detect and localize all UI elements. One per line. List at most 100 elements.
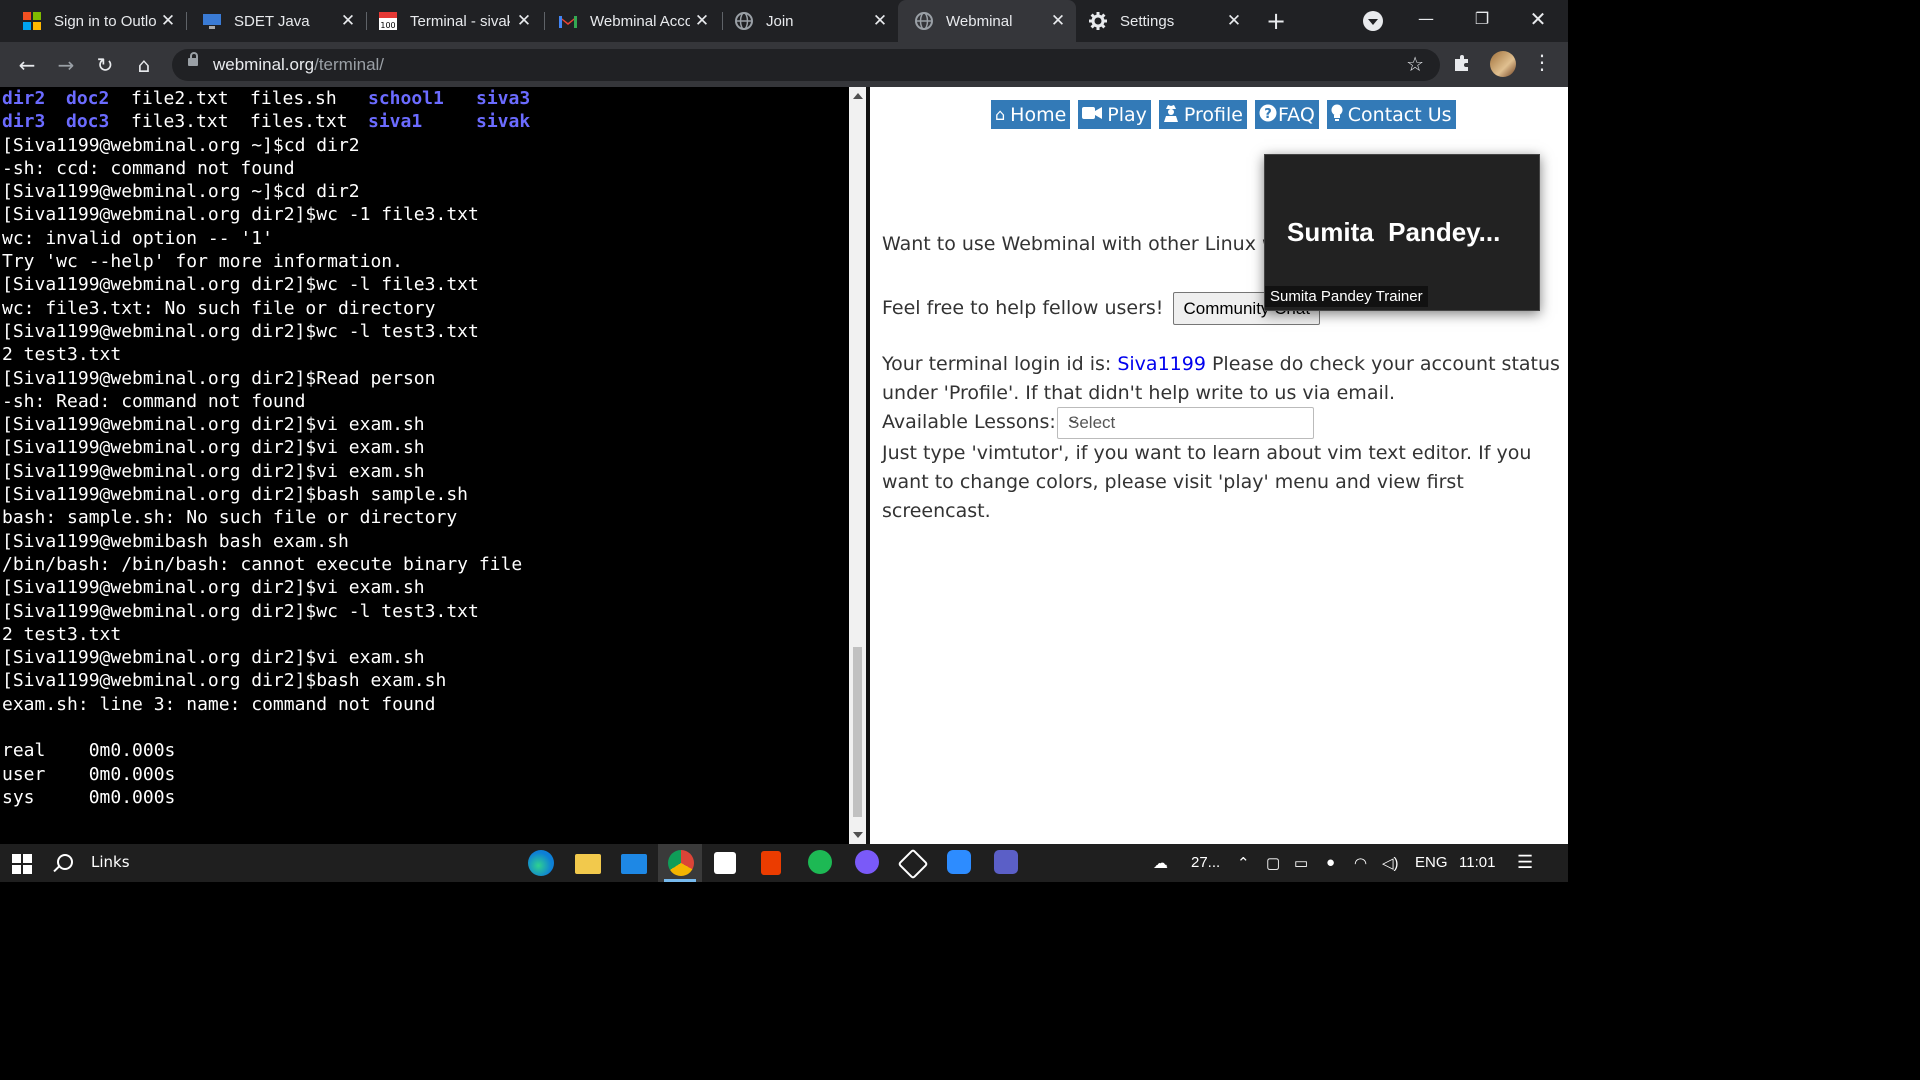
zoom-icon[interactable] <box>947 850 971 874</box>
chrome-icon[interactable] <box>668 850 694 876</box>
close-icon[interactable]: ✕ <box>1224 11 1244 31</box>
close-icon[interactable]: ✕ <box>870 11 890 31</box>
lessons-label: Available Lessons: <box>882 411 1056 433</box>
login-suffix: Please do check your account status <box>1205 353 1560 375</box>
language-indicator[interactable]: ENG <box>1415 854 1448 871</box>
tab-webminal-account[interactable]: Webminal Acco ✕ <box>536 0 720 42</box>
video-call-popup[interactable]: Sumita Pandey... Sumita Pandey Trainer <box>1264 154 1540 311</box>
terminal-line: wc: invalid option -- '1' <box>2 227 273 249</box>
terminal-scrollbar[interactable] <box>849 87 866 844</box>
tab-outlook[interactable]: Sign in to Outlo ✕ <box>0 0 186 42</box>
vimtutor-line-2: want to change colors, please visit 'pla… <box>882 471 1464 493</box>
url-host: webminal.org <box>213 55 315 74</box>
spotify-icon[interactable] <box>808 850 832 874</box>
desktop-icon <box>202 11 222 31</box>
gmail-icon <box>558 11 578 31</box>
bookmark-star-icon[interactable]: ☆ <box>1406 52 1424 76</box>
reload-icon[interactable]: ↻ <box>90 50 120 80</box>
terminal-line: [Siva1199@webmibash bash exam.sh <box>2 530 349 552</box>
microsoft-logo-icon <box>22 11 42 31</box>
lightbulb-icon <box>1331 104 1343 126</box>
terminal-line: user 0m0.000s <box>2 763 176 785</box>
svg-text:?: ? <box>1264 107 1272 122</box>
tab-settings[interactable]: Settings ✕ <box>1076 0 1252 42</box>
globe-icon <box>914 11 934 31</box>
minimize-button[interactable]: — <box>1406 6 1446 32</box>
microphone-icon[interactable]: ● <box>1326 854 1335 871</box>
tab-sdet-java[interactable]: SDET Java ✕ <box>180 0 366 42</box>
virtualbox-icon[interactable] <box>897 848 929 880</box>
nav-play[interactable]: Play <box>1078 100 1151 129</box>
tab-title: SDET Java <box>234 12 310 30</box>
scroll-up-arrow-icon[interactable] <box>853 93 863 99</box>
terminal-line: -sh: ccd: command not found <box>2 157 295 179</box>
clock[interactable]: 11:01 <box>1459 854 1495 871</box>
close-icon[interactable]: ✕ <box>338 11 358 31</box>
search-icon <box>57 854 73 870</box>
tab-webminal[interactable]: Webminal ✕ <box>898 0 1076 42</box>
address-bar[interactable]: webminal.org/terminal/ ☆ <box>172 49 1440 81</box>
site-nav: ⌂ Home Play Profile ? FAQ Contact Us <box>991 100 1456 129</box>
terminal-line: [Siva1199@webminal.org dir2]$vi exam.sh <box>2 460 425 482</box>
nav-label: Home <box>1010 103 1067 126</box>
office-icon[interactable] <box>761 851 781 875</box>
profile-avatar[interactable] <box>1490 51 1516 77</box>
weather-temp[interactable]: 27... <box>1191 854 1220 871</box>
nav-home[interactable]: ⌂ Home <box>991 100 1071 129</box>
svg-text:100: 100 <box>380 21 395 30</box>
close-icon[interactable]: ✕ <box>514 11 534 31</box>
question-circle-icon: ? <box>1259 104 1277 126</box>
ls-entry: dir2 <box>2 88 46 109</box>
ls-entry: sivak <box>476 111 531 133</box>
nav-profile[interactable]: Profile <box>1158 100 1247 129</box>
close-icon[interactable]: ✕ <box>1048 11 1068 31</box>
help-text-row: Feel free to help fellow users! Communit… <box>882 292 1321 325</box>
close-icon[interactable]: ✕ <box>158 11 178 31</box>
taskbar-search[interactable]: Links <box>57 853 130 871</box>
restore-button[interactable]: ❐ <box>1462 6 1502 32</box>
close-window-button[interactable]: ✕ <box>1518 6 1558 32</box>
volume-icon[interactable]: ◁) <box>1382 854 1399 872</box>
home-icon[interactable]: ⌂ <box>129 50 159 80</box>
edge-icon[interactable] <box>528 850 554 876</box>
login-id-link[interactable]: Siva1199 <box>1117 353 1206 375</box>
terminal-line: [Siva1199@webminal.org dir2]$wc -l file3… <box>2 274 479 296</box>
terminal-line: [Siva1199@webminal.org dir2]$wc -l test3… <box>2 320 479 342</box>
battery-icon[interactable]: ▭ <box>1294 854 1308 872</box>
scroll-down-arrow-icon[interactable] <box>853 832 863 838</box>
terminal-panel[interactable]: dir2 doc2 file2.txt files.sh school1 siv… <box>0 87 849 844</box>
teams-icon[interactable] <box>994 850 1018 874</box>
tab-search-icon[interactable] <box>1363 11 1383 31</box>
notification-icon[interactable]: ☰ <box>1517 852 1533 873</box>
scrollbar-thumb[interactable] <box>853 647 862 817</box>
extensions-puzzle-icon[interactable] <box>1452 53 1472 73</box>
meet-now-icon[interactable]: ▢ <box>1266 854 1280 872</box>
nav-contact[interactable]: Contact Us <box>1326 100 1456 129</box>
tab-terminal[interactable]: 100 Terminal - sivak ✕ <box>356 0 542 42</box>
lessons-select[interactable]: Select ⌄ <box>1057 407 1314 439</box>
tab-join[interactable]: Join ✕ <box>712 0 898 42</box>
weather-icon[interactable]: ☁ <box>1153 854 1168 872</box>
menu-kebab-icon[interactable]: ⋮ <box>1532 50 1552 74</box>
terminal-line: [Siva1199@webminal.org dir2]$vi exam.sh <box>2 437 425 459</box>
eclipse-icon[interactable] <box>855 850 879 874</box>
close-icon[interactable]: ✕ <box>692 11 712 31</box>
url-path: /terminal/ <box>314 55 385 74</box>
ls-entry: dir3 <box>2 111 46 133</box>
new-tab-button[interactable]: + <box>1262 8 1290 36</box>
url-text: webminal.org/terminal/ <box>213 55 384 75</box>
nav-faq[interactable]: ? FAQ <box>1254 100 1319 129</box>
windows-start-icon[interactable] <box>12 854 32 874</box>
forward-arrow-icon[interactable]: → <box>51 50 81 80</box>
mail-icon[interactable] <box>621 854 647 874</box>
browser-tab-strip: Sign in to Outlo ✕ SDET Java ✕ 100 Termi… <box>0 0 1568 42</box>
back-arrow-icon[interactable]: ← <box>12 50 42 80</box>
store-icon[interactable] <box>714 852 736 874</box>
chevron-up-icon[interactable]: ⌃ <box>1237 854 1250 872</box>
terminal-line: [Siva1199@webminal.org dir2]$vi exam.sh <box>2 414 425 436</box>
help-text: Feel free to help fellow users! <box>882 297 1164 319</box>
terminal-line: real 0m0.000s <box>2 740 176 762</box>
terminal-line: [Siva1199@webminal.org dir2]$bash exam.s… <box>2 670 447 692</box>
file-explorer-icon[interactable] <box>575 854 601 874</box>
wifi-icon[interactable]: ◠ <box>1354 854 1367 872</box>
